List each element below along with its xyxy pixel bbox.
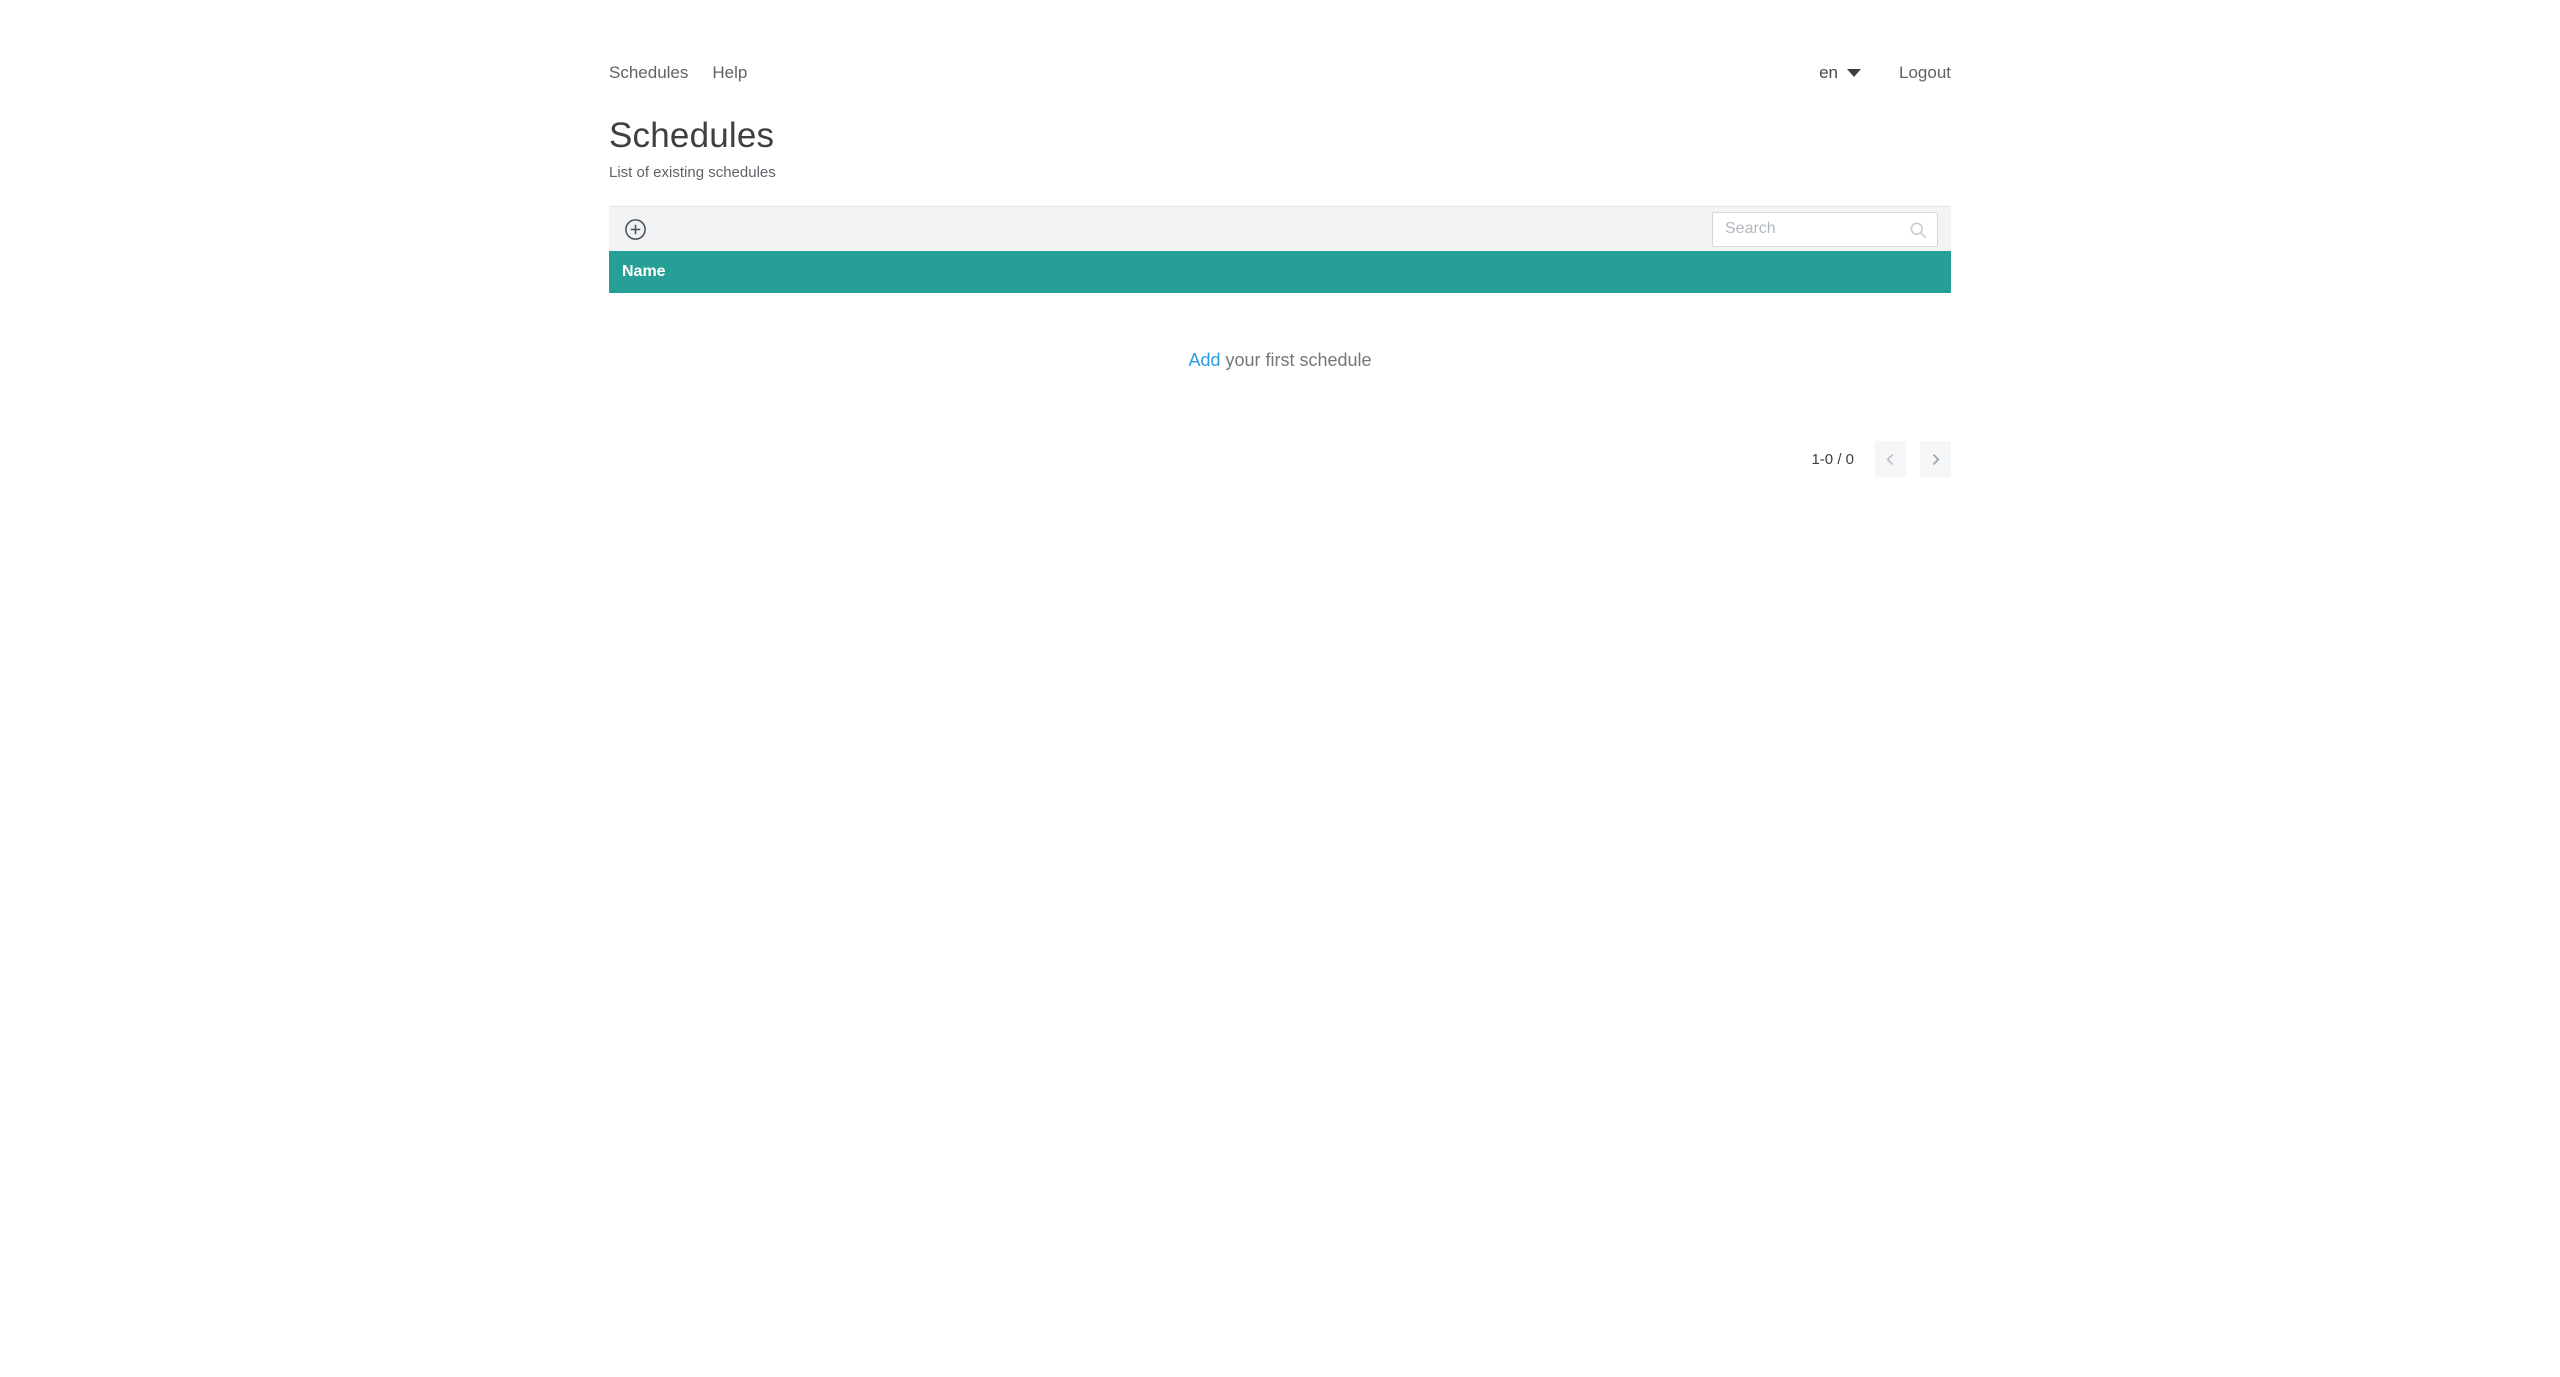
nav-item-schedules[interactable]: Schedules bbox=[609, 63, 688, 83]
language-dropdown[interactable]: en bbox=[1819, 63, 1861, 83]
nav-left-group: Schedules Help bbox=[609, 63, 747, 83]
search-box bbox=[1712, 211, 1938, 247]
nav-right-group: en Logout bbox=[1819, 63, 1951, 83]
add-schedule-button[interactable] bbox=[622, 216, 648, 242]
pagination-range: 1-0 / 0 bbox=[1811, 450, 1854, 468]
language-value: en bbox=[1819, 63, 1838, 82]
pagination-next-button[interactable] bbox=[1920, 441, 1951, 477]
pagination: 1-0 / 0 bbox=[609, 441, 1951, 477]
plus-circle-icon bbox=[624, 218, 647, 241]
column-header-name: Name bbox=[622, 263, 666, 280]
caret-down-icon bbox=[1847, 69, 1861, 77]
empty-state-text: your first schedule bbox=[1225, 350, 1372, 370]
nav-item-help[interactable]: Help bbox=[712, 63, 747, 83]
chevron-left-icon bbox=[1882, 451, 1899, 468]
table-header-row: Name bbox=[609, 251, 1951, 293]
page-container: Schedules Help en Logout Schedules List … bbox=[609, 56, 1951, 477]
pagination-prev-button[interactable] bbox=[1875, 441, 1906, 477]
table-toolbar bbox=[609, 206, 1951, 251]
logout-link[interactable]: Logout bbox=[1899, 63, 1951, 83]
page-subtitle: List of existing schedules bbox=[609, 164, 776, 181]
empty-state: Add your first schedule bbox=[609, 350, 1951, 371]
add-first-schedule-link[interactable]: Add bbox=[1188, 350, 1220, 370]
search-input[interactable] bbox=[1713, 212, 1937, 246]
top-navigation: Schedules Help en Logout bbox=[609, 56, 1951, 90]
page-title: Schedules bbox=[609, 116, 775, 155]
chevron-right-icon bbox=[1927, 451, 1944, 468]
